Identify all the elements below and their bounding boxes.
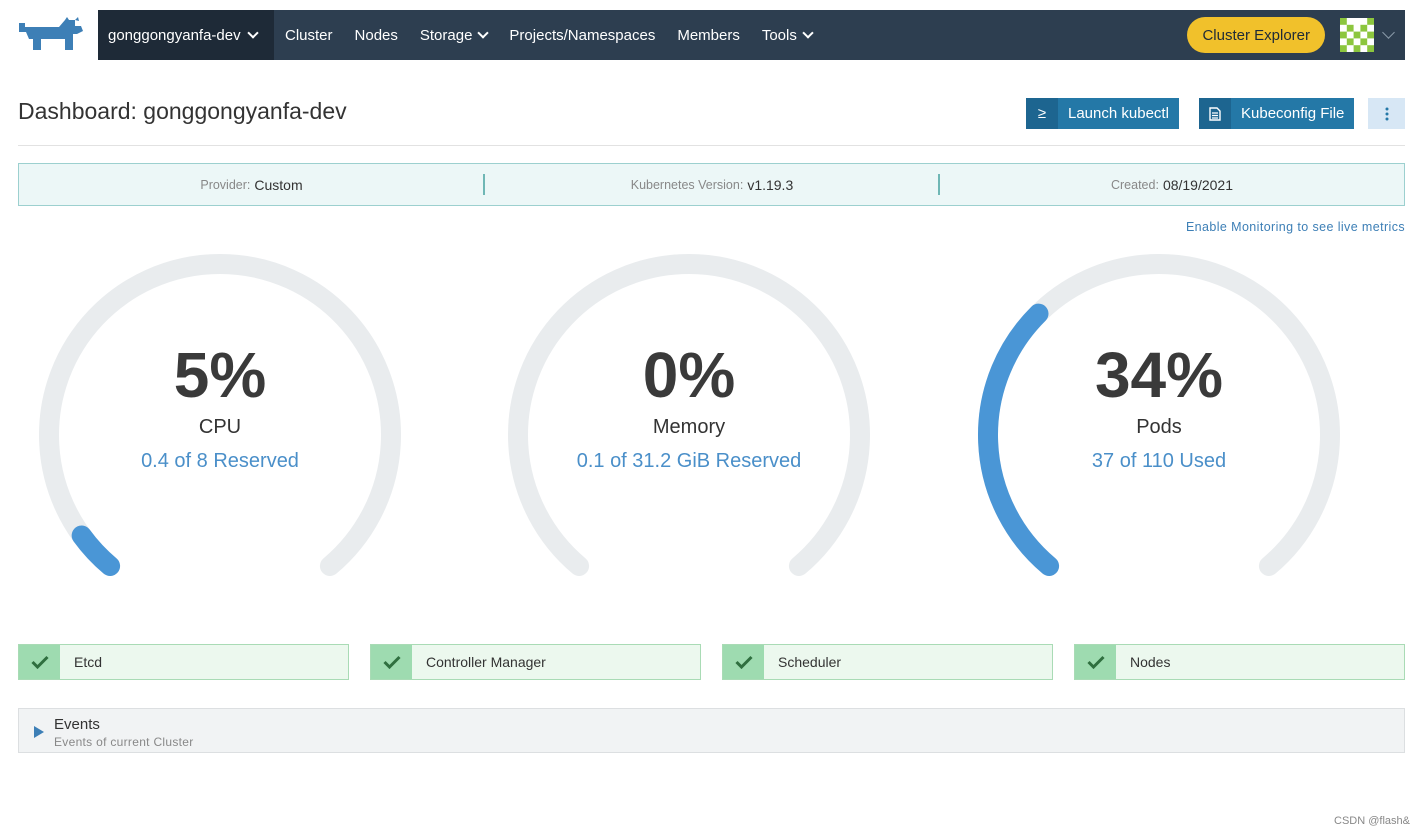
- gauge-subtext: 0.1 of 31.2 GiB Reserved: [576, 450, 802, 472]
- nav-nodes[interactable]: Nodes: [344, 10, 409, 60]
- gauge-label: CPU: [198, 416, 242, 438]
- gauge-label: Memory: [652, 416, 726, 438]
- component-status-scheduler: Scheduler: [722, 644, 1053, 680]
- gauge-subtext: 0.4 of 8 Reserved: [141, 450, 299, 472]
- cluster-info-bar: Provider: Custom Kubernetes Version: v1.…: [18, 163, 1405, 206]
- gauge-arc: [978, 254, 1340, 576]
- terminal-icon: ≥: [1026, 98, 1058, 129]
- provider-key: Provider:: [200, 177, 251, 192]
- enable-monitoring-link[interactable]: Enable Monitoring to see live metrics: [1186, 220, 1405, 234]
- nav-nodes-label: Nodes: [354, 26, 398, 44]
- avatar-identicon-icon: [1340, 18, 1374, 52]
- check-icon: [723, 645, 764, 679]
- gauge-label: Pods: [1136, 416, 1182, 438]
- more-actions-button[interactable]: [1368, 98, 1405, 129]
- nav-members-label: Members: [677, 26, 740, 44]
- memory-gauge: 0% Memory 0.1 of 31.2 GiB Reserved: [499, 250, 879, 580]
- vertical-ellipsis-icon: [1385, 107, 1388, 120]
- nav-cluster-label: Cluster: [285, 26, 333, 44]
- rancher-logo[interactable]: [17, 17, 87, 53]
- nav-projects-namespaces[interactable]: Projects/Namespaces: [498, 10, 666, 60]
- gauge-track: [39, 254, 401, 576]
- provider-info: Provider: Custom: [19, 164, 484, 205]
- created-info: Created: 08/19/2021: [940, 164, 1404, 205]
- check-icon: [1075, 645, 1116, 679]
- created-key: Created:: [1110, 177, 1159, 192]
- kubeconfig-file-button[interactable]: Kubeconfig File: [1199, 98, 1355, 129]
- nav-storage-label: Storage: [419, 26, 473, 44]
- events-panel[interactable]: Events Events of current Cluster: [18, 708, 1405, 753]
- component-status-etcd: Etcd: [18, 644, 349, 680]
- component-label: Scheduler: [778, 654, 842, 670]
- launch-kubectl-label: Launch kubectl: [1068, 105, 1169, 122]
- gauge-arc: [508, 254, 870, 576]
- gauge-subtext: 37 of 110 Used: [1091, 450, 1227, 472]
- watermark: CSDN @flash&: [1334, 815, 1410, 827]
- created-value: 08/19/2021: [1162, 176, 1234, 193]
- cluster-explorer-label: Cluster Explorer: [1202, 26, 1310, 44]
- nav-tools[interactable]: Tools: [751, 10, 823, 60]
- k8s-version-key: Kubernetes Version:: [630, 177, 744, 192]
- nav-cluster[interactable]: Cluster: [274, 10, 344, 60]
- events-subtitle: Events of current Cluster: [54, 735, 194, 749]
- nav-projects-label: Projects/Namespaces: [509, 26, 656, 44]
- gauge-percent: 0%: [642, 339, 736, 411]
- nav-members[interactable]: Members: [666, 10, 751, 60]
- cluster-switcher[interactable]: gonggongyanfa-dev: [98, 10, 274, 60]
- check-icon: [19, 645, 60, 679]
- user-avatar[interactable]: [1340, 18, 1374, 52]
- gauge-percent: 5%: [173, 339, 267, 411]
- chevron-down-icon: [477, 26, 490, 39]
- k8s-version-value: v1.19.3: [747, 176, 794, 193]
- component-status-nodes: Nodes: [1074, 644, 1405, 680]
- page-title: Dashboard: gonggongyanfa-dev: [18, 98, 347, 124]
- nav-tools-label: Tools: [761, 26, 797, 44]
- gauge-track: [508, 254, 870, 576]
- component-label: Etcd: [74, 654, 103, 670]
- events-title: Events: [54, 716, 100, 733]
- gauge-percent: 34%: [1094, 339, 1224, 411]
- file-icon: [1199, 98, 1231, 129]
- component-label: Nodes: [1130, 654, 1171, 670]
- kubeconfig-file-label: Kubeconfig File: [1241, 105, 1345, 122]
- gauge-arc: [39, 254, 401, 576]
- cluster-switcher-label: gonggongyanfa-dev: [108, 26, 241, 44]
- component-label: Controller Manager: [426, 654, 546, 670]
- gauge-fill: [71, 525, 121, 576]
- cluster-explorer-button[interactable]: Cluster Explorer: [1187, 17, 1325, 53]
- expand-arrow-icon[interactable]: [34, 726, 44, 738]
- chevron-down-icon: [802, 26, 814, 39]
- top-navigation: gonggongyanfa-dev Cluster Nodes Storage …: [98, 10, 1405, 60]
- chevron-down-icon[interactable]: [1382, 26, 1395, 39]
- kubernetes-version-info: Kubernetes Version: v1.19.3: [485, 164, 939, 205]
- pods-gauge: 34% Pods 37 of 110 Used: [969, 250, 1349, 580]
- component-status-controller-manager: Controller Manager: [370, 644, 701, 680]
- chevron-down-icon: [246, 26, 259, 39]
- nav-storage[interactable]: Storage: [409, 10, 499, 60]
- header-divider: [18, 145, 1405, 146]
- cpu-gauge: 5% CPU 0.4 of 8 Reserved: [30, 250, 410, 580]
- provider-value: Custom: [254, 176, 303, 193]
- launch-kubectl-button[interactable]: ≥ Launch kubectl: [1026, 98, 1179, 129]
- check-icon: [371, 645, 412, 679]
